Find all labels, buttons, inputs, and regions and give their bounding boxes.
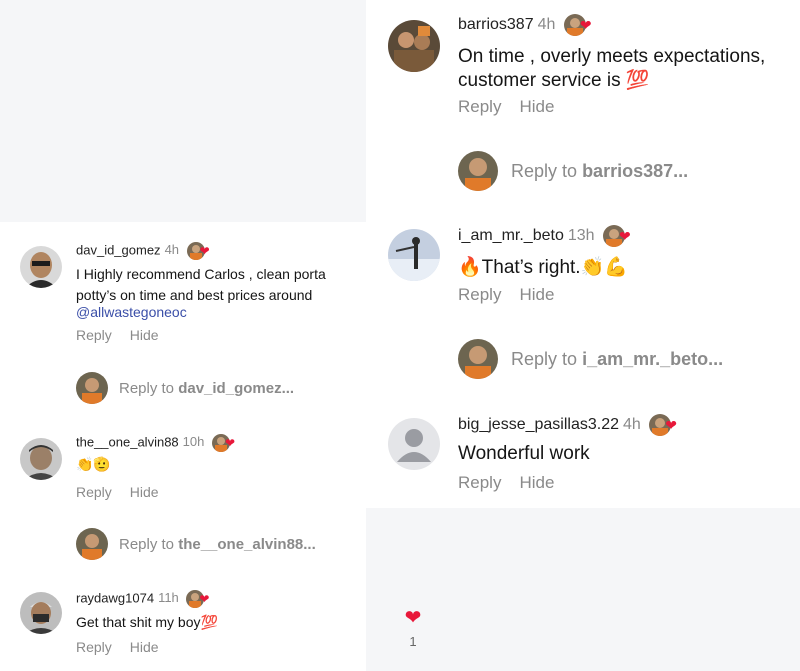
avatar [76, 372, 108, 404]
creator-liked-badge: ❤ [603, 225, 631, 247]
creator-liked-badge: ❤ [186, 242, 210, 260]
comment-dav-id-gomez: dav_id_gomez 4h ❤ I Highly recommend Carl… [0, 222, 366, 352]
username[interactable]: big_jesse_pasillas3.22 [458, 416, 619, 433]
username[interactable]: dav_id_gomez [76, 242, 161, 257]
comment-text-line: customer service is 💯 [458, 70, 650, 91]
username[interactable]: i_am_mr._beto [458, 227, 564, 244]
creator-liked-badge: ❤ [649, 414, 677, 436]
avatar [76, 528, 108, 560]
timestamp: 4h [164, 242, 180, 258]
avatar[interactable] [20, 246, 62, 288]
comment-text: 🔥That’s right.👏💪 [458, 257, 628, 278]
timestamp: 4h [537, 16, 556, 34]
comment-actions: Reply Hide [76, 484, 177, 500]
timestamp: 10h [182, 434, 205, 450]
heart-icon: ❤ [665, 417, 677, 433]
comment-header: dav_id_gomez 4h ❤ [76, 242, 210, 260]
reply-button[interactable]: Reply [458, 285, 501, 304]
avatar[interactable] [388, 20, 440, 72]
comment-text: Get that shit my boy💯 [76, 614, 218, 630]
reply-input[interactable]: Reply to dav_id_gomez... [76, 372, 366, 406]
default-avatar-icon[interactable] [388, 418, 440, 470]
comment-actions: Reply Hide [458, 97, 572, 117]
reply-prompt-prefix: Reply to [119, 536, 175, 553]
timestamp: 4h [623, 416, 641, 434]
comment-actions: Reply Hide [458, 285, 572, 305]
reply-button[interactable]: Reply [458, 473, 501, 492]
creator-liked-badge: ❤ [563, 14, 592, 36]
hide-button[interactable]: Hide [519, 97, 554, 116]
hide-button[interactable]: Hide [519, 473, 554, 492]
reply-prompt-target: dav_id_gomez... [178, 380, 295, 397]
username[interactable]: barrios387 [458, 16, 534, 33]
heart-icon: ❤ [199, 592, 210, 606]
mention-link[interactable]: @allwastegoneoc [76, 304, 187, 320]
comment-text-line: On time , overly meets expectations, [458, 46, 766, 67]
hide-button[interactable]: Hide [130, 484, 159, 500]
username[interactable]: the__one_alvin88 [76, 434, 179, 449]
hide-button[interactable]: Hide [519, 285, 554, 304]
reply-input[interactable]: Reply to i_am_mr._beto... [458, 339, 800, 379]
like-count: 1 [409, 634, 417, 649]
heart-icon: ❤ [199, 244, 210, 258]
heart-icon: ❤ [224, 436, 236, 450]
reply-button[interactable]: Reply [76, 327, 112, 343]
reply-button[interactable]: Reply [458, 97, 501, 116]
avatar [458, 339, 498, 379]
comment-i-am-mr-beto: i_am_mr._beto 13h ❤ 🔥That’s right.👏💪 Repl… [366, 215, 800, 315]
comment-actions: Reply Hide [76, 327, 177, 343]
creator-liked-badge: ❤ [211, 434, 235, 452]
comment-header: i_am_mr._beto 13h ❤ [458, 225, 631, 247]
comments-panel-right: barrios387 4h ❤ On time , overly meets ex… [366, 0, 800, 508]
heart-icon[interactable]: ❤ [400, 608, 426, 628]
comment-header: raydawg1074 11h ❤ [76, 590, 209, 608]
reply-prompt-prefix: Reply to [511, 349, 578, 369]
reply-prompt-target: the__one_alvin88... [178, 536, 316, 553]
avatar[interactable] [20, 438, 62, 480]
comment-raydawg1074: raydawg1074 11h ❤ Get that shit my boy💯 R… [0, 578, 366, 671]
avatar [458, 151, 498, 191]
comment-header: big_jesse_pasillas3.22 4h ❤ [458, 414, 677, 436]
timestamp: 11h [158, 590, 179, 606]
reply-prompt-target: barrios387... [582, 161, 689, 181]
comment-big-jesse-pasillas: big_jesse_pasillas3.22 4h ❤ Wonderful wor… [366, 400, 800, 508]
heart-icon: ❤ [619, 228, 631, 244]
hide-button[interactable]: Hide [130, 327, 159, 343]
comment-the-one-alvin88: the__one_alvin88 10h ❤ 👏🫡 Reply Hide [0, 422, 366, 512]
reply-button[interactable]: Reply [76, 484, 112, 500]
username[interactable]: raydawg1074 [76, 590, 154, 605]
hide-button[interactable]: Hide [130, 639, 159, 655]
avatar[interactable] [388, 229, 440, 281]
comments-panel-left: dav_id_gomez 4h ❤ I Highly recommend Carl… [0, 222, 366, 671]
comment-barrios387: barrios387 4h ❤ On time , overly meets ex… [366, 0, 800, 130]
reply-prompt-prefix: Reply to [119, 380, 175, 397]
reply-input[interactable]: Reply to the__one_alvin88... [76, 528, 366, 562]
comment-text: 👏🫡 [76, 456, 111, 472]
comment-actions: Reply Hide [76, 639, 177, 655]
creator-liked-badge: ❤ [186, 590, 209, 608]
reply-prompt-prefix: Reply to [511, 161, 578, 181]
comment-text: Wonderful work [458, 443, 590, 464]
comment-header: barrios387 4h ❤ [458, 14, 592, 36]
comment-header: the__one_alvin88 10h ❤ [76, 434, 235, 452]
reply-prompt-target: i_am_mr._beto... [582, 349, 724, 369]
background-area [446, 508, 800, 671]
comment-actions: Reply Hide [458, 473, 572, 493]
like-control: ❤ 1 [400, 608, 426, 649]
comment-text-line: I Highly recommend Carlos , clean porta [76, 266, 326, 282]
reply-button[interactable]: Reply [76, 639, 112, 655]
reply-input[interactable]: Reply to barrios387... [458, 151, 800, 191]
comment-text-line: potty’s on time and best prices around [76, 287, 313, 303]
timestamp: 13h [567, 227, 595, 245]
background-area [0, 0, 366, 222]
avatar[interactable] [20, 592, 62, 634]
heart-icon: ❤ [579, 17, 592, 33]
